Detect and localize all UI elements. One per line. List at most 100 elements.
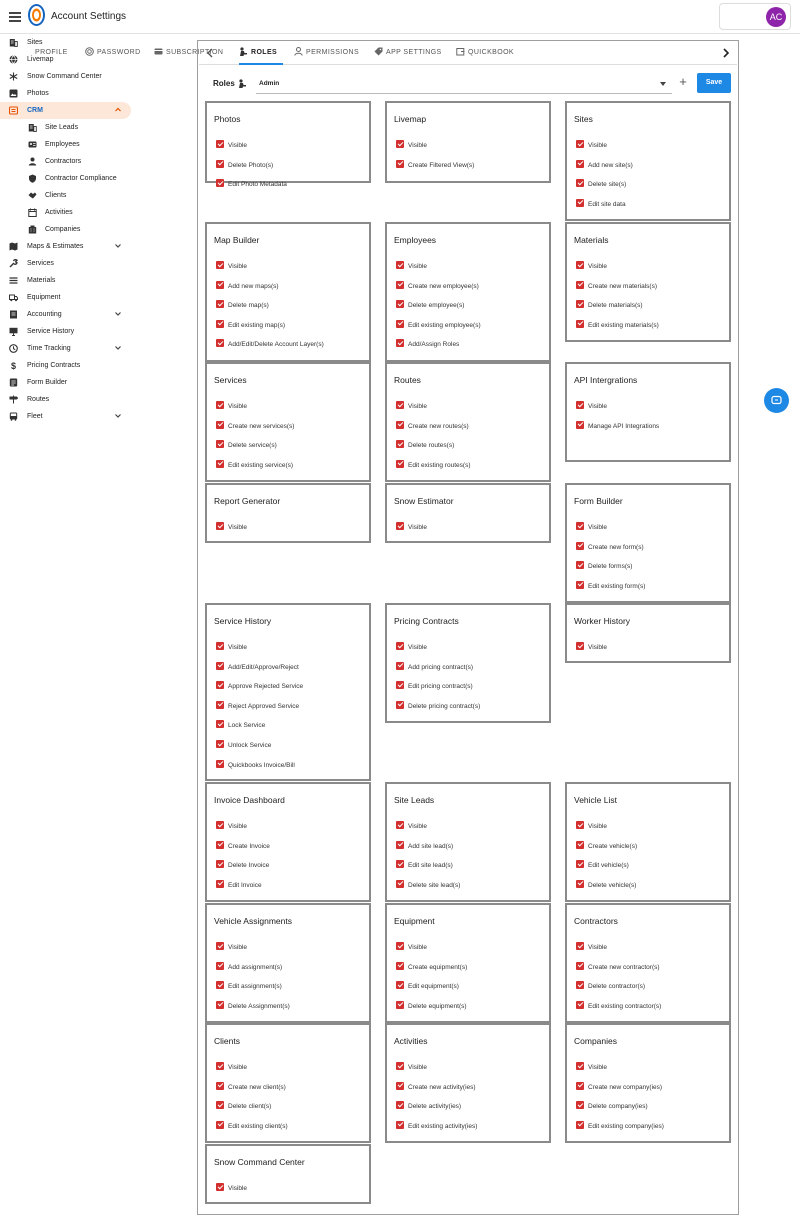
sidebar-item-employees[interactable]: Employees	[0, 136, 140, 153]
checkbox-checked-icon[interactable]	[396, 642, 404, 650]
role-select[interactable]: Admin	[256, 74, 672, 94]
checkbox-checked-icon[interactable]	[216, 1183, 224, 1191]
checkbox-checked-icon[interactable]	[216, 140, 224, 148]
checkbox-checked-icon[interactable]	[396, 459, 404, 468]
checkbox-checked-icon[interactable]	[396, 1081, 404, 1090]
checkbox-checked-icon[interactable]	[576, 401, 584, 409]
checkbox-checked-icon[interactable]	[216, 1120, 224, 1129]
checkbox-checked-icon[interactable]	[576, 261, 584, 269]
checkbox-checked-icon[interactable]	[216, 821, 224, 829]
checkbox-checked-icon[interactable]	[576, 541, 584, 550]
checkbox-checked-icon[interactable]	[216, 522, 224, 530]
checkbox-checked-icon[interactable]	[216, 280, 224, 289]
checkbox-checked-icon[interactable]	[216, 879, 224, 888]
checkbox-checked-icon[interactable]	[576, 179, 584, 188]
chevron-down-icon[interactable]	[114, 242, 122, 250]
checkbox-checked-icon[interactable]	[216, 1101, 224, 1110]
checkbox-checked-icon[interactable]	[576, 522, 584, 530]
sidebar-item-accounting[interactable]: Accounting	[0, 306, 140, 323]
checkbox-checked-icon[interactable]	[576, 159, 584, 168]
checkbox-checked-icon[interactable]	[576, 840, 584, 849]
sidebar-item-activities[interactable]: Activities	[0, 204, 140, 221]
checkbox-checked-icon[interactable]	[396, 961, 404, 970]
add-role-button[interactable]: +	[677, 75, 689, 88]
checkbox-checked-icon[interactable]	[396, 339, 404, 348]
tab-password[interactable]: PASSWORD	[85, 41, 143, 65]
checkbox-checked-icon[interactable]	[576, 1062, 584, 1070]
tab-permissions[interactable]: PERMISSIONS	[294, 41, 360, 65]
checkbox-checked-icon[interactable]	[396, 860, 404, 869]
save-button[interactable]: Save	[697, 73, 731, 93]
sidebar-item-service-history[interactable]: Service History	[0, 323, 140, 340]
sidebar-item-maps-estimates[interactable]: Maps & Estimates	[0, 238, 140, 255]
checkbox-checked-icon[interactable]	[396, 420, 404, 429]
checkbox-checked-icon[interactable]	[576, 981, 584, 990]
checkbox-checked-icon[interactable]	[396, 261, 404, 269]
sidebar-item-contractor-compliance[interactable]: Contractor Compliance	[0, 170, 140, 187]
checkbox-checked-icon[interactable]	[216, 981, 224, 990]
checkbox-checked-icon[interactable]	[216, 300, 224, 309]
checkbox-checked-icon[interactable]	[576, 319, 584, 328]
sidebar-item-routes[interactable]: Routes	[0, 391, 140, 408]
checkbox-checked-icon[interactable]	[576, 942, 584, 950]
sidebar-item-fleet[interactable]: Fleet	[0, 408, 140, 425]
sidebar-item-crm[interactable]: CRM	[0, 102, 131, 119]
sidebar-item-snow-command-center[interactable]: Snow Command Center	[0, 68, 140, 85]
checkbox-checked-icon[interactable]	[216, 840, 224, 849]
checkbox-checked-icon[interactable]	[576, 420, 584, 429]
checkbox-checked-icon[interactable]	[396, 522, 404, 530]
checkbox-checked-icon[interactable]	[396, 821, 404, 829]
checkbox-checked-icon[interactable]	[576, 140, 584, 148]
checkbox-checked-icon[interactable]	[396, 661, 404, 670]
checkbox-checked-icon[interactable]	[216, 339, 224, 348]
checkbox-checked-icon[interactable]	[216, 942, 224, 950]
sidebar-item-clients[interactable]: Clients	[0, 187, 140, 204]
checkbox-checked-icon[interactable]	[396, 140, 404, 148]
checkbox-checked-icon[interactable]	[576, 642, 584, 650]
chevron-right-icon[interactable]	[722, 48, 730, 58]
checkbox-checked-icon[interactable]	[576, 300, 584, 309]
sidebar-item-services[interactable]: Services	[0, 255, 140, 272]
checkbox-checked-icon[interactable]	[216, 961, 224, 970]
checkbox-checked-icon[interactable]	[216, 1000, 224, 1009]
checkbox-checked-icon[interactable]	[396, 1000, 404, 1009]
tab-subscription[interactable]: SUBSCRIPTION	[154, 41, 226, 65]
sidebar-item-site-leads[interactable]: Site Leads	[0, 119, 140, 136]
checkbox-checked-icon[interactable]	[216, 1081, 224, 1090]
checkbox-checked-icon[interactable]	[216, 759, 224, 768]
checkbox-checked-icon[interactable]	[396, 681, 404, 690]
checkbox-checked-icon[interactable]	[216, 1062, 224, 1070]
checkbox-checked-icon[interactable]	[216, 700, 224, 709]
checkbox-checked-icon[interactable]	[576, 1000, 584, 1009]
checkbox-checked-icon[interactable]	[216, 860, 224, 869]
chat-button[interactable]	[764, 388, 789, 413]
tab-roles[interactable]: ROLES	[239, 41, 283, 65]
checkbox-checked-icon[interactable]	[576, 860, 584, 869]
checkbox-checked-icon[interactable]	[396, 319, 404, 328]
chevron-down-icon[interactable]	[114, 412, 122, 420]
checkbox-checked-icon[interactable]	[396, 1062, 404, 1070]
checkbox-checked-icon[interactable]	[216, 159, 224, 168]
checkbox-checked-icon[interactable]	[396, 879, 404, 888]
checkbox-checked-icon[interactable]	[576, 1081, 584, 1090]
checkbox-checked-icon[interactable]	[576, 821, 584, 829]
checkbox-checked-icon[interactable]	[396, 1120, 404, 1129]
checkbox-checked-icon[interactable]	[216, 740, 224, 748]
checkbox-checked-icon[interactable]	[216, 440, 224, 449]
sidebar-item-contractors[interactable]: Contractors	[0, 153, 140, 170]
chevron-down-icon[interactable]	[114, 310, 122, 318]
checkbox-checked-icon[interactable]	[216, 720, 224, 729]
sidebar-item-equipment[interactable]: Equipment	[0, 289, 140, 306]
checkbox-checked-icon[interactable]	[576, 198, 584, 207]
avatar[interactable]: AC	[766, 7, 786, 27]
checkbox-checked-icon[interactable]	[216, 642, 224, 650]
tab-profile[interactable]: PROFILE	[35, 41, 71, 65]
checkbox-checked-icon[interactable]	[576, 879, 584, 888]
checkbox-checked-icon[interactable]	[396, 159, 404, 168]
checkbox-checked-icon[interactable]	[396, 840, 404, 849]
checkbox-checked-icon[interactable]	[576, 561, 584, 570]
menu-icon[interactable]	[9, 12, 21, 22]
checkbox-checked-icon[interactable]	[216, 261, 224, 269]
tab-quickbook[interactable]: QUICKBOOK	[456, 41, 518, 65]
sidebar-item-pricing-contracts[interactable]: $ Pricing Contracts	[0, 357, 140, 374]
